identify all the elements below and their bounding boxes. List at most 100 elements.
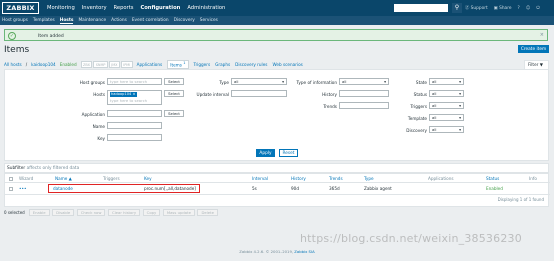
global-search-input[interactable] bbox=[393, 3, 449, 13]
page-title: Items bbox=[4, 45, 30, 55]
application-label: Application bbox=[81, 112, 105, 117]
subnav-discovery[interactable]: Discovery bbox=[174, 18, 195, 23]
tab-web-scenarios[interactable]: Web scenarios bbox=[272, 62, 302, 67]
user-icon[interactable]: ☺ bbox=[526, 6, 530, 11]
chevron-down-icon: ▾ bbox=[459, 115, 461, 120]
col-name[interactable]: Name ▲ bbox=[55, 176, 72, 181]
sign-out-icon[interactable]: ⏻ bbox=[536, 6, 539, 11]
item-name-link[interactable]: datanode bbox=[53, 186, 73, 191]
zabbix-logo[interactable]: ZABBIX bbox=[2, 2, 39, 14]
nav-administration[interactable]: Administration bbox=[187, 5, 225, 11]
tab-discovery-rules[interactable]: Discovery rules bbox=[235, 62, 267, 67]
delete-button[interactable]: Delete bbox=[197, 208, 218, 216]
subnav-event-correlation[interactable]: Event correlation bbox=[132, 18, 169, 23]
create-item-button[interactable]: Create item bbox=[518, 45, 549, 53]
subnav-hosts[interactable]: Hosts bbox=[59, 18, 74, 24]
search-icon[interactable]: ⚲ bbox=[452, 3, 462, 13]
filter-tab[interactable]: Filter ▼ bbox=[524, 60, 549, 69]
enable-button[interactable]: Enable bbox=[28, 208, 50, 216]
share-link[interactable]: ▣ Share bbox=[494, 6, 512, 11]
filter-tab-label: Filter bbox=[528, 62, 539, 67]
tab-items-label: Items bbox=[170, 62, 182, 68]
col-history[interactable]: History bbox=[291, 176, 306, 181]
nav-inventory[interactable]: Inventory bbox=[82, 5, 107, 11]
clear-history-button[interactable]: Clear history bbox=[107, 208, 141, 216]
host-groups-input[interactable]: type here to search bbox=[107, 78, 162, 85]
items-table: Wizard Name ▲ Triggers Key Interval Hist… bbox=[4, 173, 550, 207]
hosts-placeholder: type here to search bbox=[110, 98, 148, 103]
col-status[interactable]: Status bbox=[486, 176, 499, 181]
col-interval[interactable]: Interval bbox=[252, 176, 268, 181]
state-select[interactable]: all ▾ bbox=[429, 78, 464, 85]
type-select-value: all bbox=[234, 79, 239, 84]
nav-reports[interactable]: Reports bbox=[114, 5, 134, 11]
update-interval-label: Update interval bbox=[196, 92, 229, 97]
chip-remove-icon[interactable]: × bbox=[132, 92, 135, 96]
tab-applications[interactable]: Applications bbox=[137, 62, 163, 67]
type-select[interactable]: all ▾ bbox=[231, 78, 287, 85]
item-trends: 365d bbox=[329, 186, 340, 191]
col-type[interactable]: Type bbox=[364, 176, 374, 181]
subnav-templates[interactable]: Templates bbox=[33, 18, 55, 23]
discovery-select[interactable]: all ▾ bbox=[429, 126, 464, 133]
item-status[interactable]: Enabled bbox=[486, 186, 503, 191]
footer-text: Zabbix 4.2.6. © 2001–2019, bbox=[239, 249, 294, 254]
mass-update-button[interactable]: Mass update bbox=[162, 208, 195, 216]
support-link[interactable]: Ⓩ Support bbox=[465, 5, 488, 11]
check-now-button[interactable]: Check now bbox=[76, 208, 106, 216]
wizard-menu-button[interactable]: ••• bbox=[19, 186, 26, 191]
key-input[interactable] bbox=[107, 134, 162, 141]
triggers-select-value: all bbox=[432, 103, 437, 108]
watermark: https://blog.csdn.net/weixin_38536230 bbox=[300, 232, 522, 245]
select-all-checkbox[interactable] bbox=[9, 176, 13, 181]
update-interval-input[interactable] bbox=[231, 90, 287, 97]
nav-configuration[interactable]: Configuration bbox=[140, 5, 180, 11]
chevron-down-icon: ▾ bbox=[282, 79, 284, 84]
all-hosts-link[interactable]: All hosts bbox=[4, 62, 22, 67]
name-input[interactable] bbox=[107, 122, 162, 129]
help-button[interactable]: ? bbox=[518, 6, 520, 11]
disable-button[interactable]: Disable bbox=[52, 208, 75, 216]
item-interval: 5s bbox=[252, 186, 257, 191]
row-checkbox[interactable] bbox=[9, 186, 13, 191]
triggers-select[interactable]: all ▾ bbox=[429, 102, 464, 109]
subnav-services[interactable]: Services bbox=[200, 18, 218, 23]
status-select[interactable]: all ▾ bbox=[429, 90, 464, 97]
nav-monitoring[interactable]: Monitoring bbox=[47, 5, 75, 11]
chevron-down-icon: ▾ bbox=[459, 127, 461, 132]
host-chip-label: hadoop104 bbox=[111, 92, 132, 97]
application-select-button[interactable]: Select bbox=[164, 110, 184, 117]
key-label: Key bbox=[97, 136, 105, 141]
col-info: Info bbox=[529, 176, 537, 181]
apply-button[interactable]: Apply bbox=[256, 149, 275, 157]
zabbix-sia-link[interactable]: Zabbix SIA bbox=[294, 249, 314, 254]
header-divider bbox=[5, 182, 550, 183]
subnav-host-groups[interactable]: Host groups bbox=[2, 18, 28, 23]
tab-graphs[interactable]: Graphs bbox=[215, 62, 230, 67]
selected-count: 0 selected bbox=[4, 209, 25, 215]
tab-triggers[interactable]: Triggers bbox=[194, 62, 211, 67]
template-select[interactable]: all ▾ bbox=[429, 114, 464, 121]
type-of-information-select[interactable]: all ▾ bbox=[339, 78, 389, 85]
host-link[interactable]: kaidoop104 bbox=[31, 62, 56, 67]
subnav-maintenance[interactable]: Maintenance bbox=[78, 18, 106, 23]
copy-button[interactable]: Copy bbox=[142, 208, 161, 216]
host-groups-label: Host groups bbox=[79, 80, 105, 85]
snmp-badge: SNMP bbox=[93, 61, 108, 68]
history-input[interactable] bbox=[339, 90, 389, 97]
trends-input[interactable] bbox=[339, 102, 389, 109]
subfilter-bar: Subfilter affects only filtered data bbox=[4, 163, 549, 173]
type-label: Type bbox=[219, 80, 229, 85]
reset-button[interactable]: Reset bbox=[279, 149, 298, 157]
host-chip[interactable]: hadoop104 × bbox=[109, 92, 137, 97]
zbx-badge: ZBX bbox=[80, 61, 93, 68]
application-input[interactable] bbox=[107, 110, 162, 117]
col-trends[interactable]: Trends bbox=[329, 176, 343, 181]
col-key[interactable]: Key bbox=[144, 176, 152, 181]
hosts-input[interactable]: hadoop104 × type here to search bbox=[107, 90, 162, 105]
tab-items[interactable]: Items 1 bbox=[167, 59, 189, 70]
col-wizard: Wizard bbox=[19, 176, 34, 181]
name-label: Name bbox=[92, 124, 105, 129]
subnav-actions[interactable]: Actions bbox=[111, 18, 127, 23]
close-icon[interactable]: × bbox=[540, 32, 544, 38]
